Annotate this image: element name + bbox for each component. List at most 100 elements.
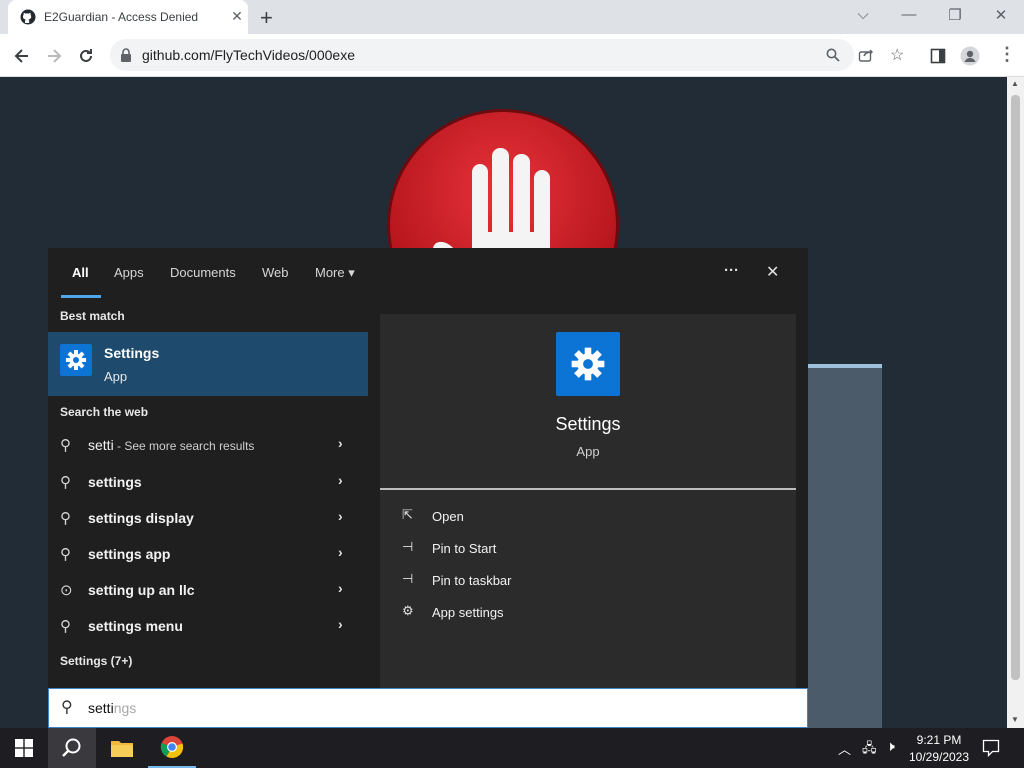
search-icon: ⚲: [60, 546, 71, 563]
best-match-item[interactable]: Settings App: [48, 332, 368, 396]
clock[interactable]: 9:21 PM 10/29/2023: [906, 731, 972, 765]
settings-gear-icon: [60, 344, 92, 376]
network-icon[interactable]: 🖧: [862, 739, 877, 761]
profile-avatar-icon[interactable]: [960, 46, 980, 66]
github-icon: [20, 9, 36, 25]
search-input[interactable]: ⚲ settings: [48, 688, 808, 728]
list-item[interactable]: ⚲ setti - See more search results ›: [48, 428, 368, 464]
search-icon: ⚲: [60, 618, 71, 635]
chevron-right-icon: ›: [338, 580, 343, 596]
tab-search-button[interactable]: ⌵: [848, 6, 878, 23]
file-explorer-button[interactable]: [98, 728, 146, 768]
new-tab-button[interactable]: +: [260, 5, 273, 31]
web-query-suffix: - See more search results: [113, 439, 255, 453]
tab-documents[interactable]: Documents: [170, 265, 236, 280]
action-app-settings[interactable]: ⚙ App settings: [402, 600, 782, 628]
list-item[interactable]: ⚲ settings app ›: [48, 537, 368, 573]
tab-more[interactable]: More ▾: [315, 265, 355, 281]
tab-more-label: More: [315, 265, 345, 280]
active-tab-indicator: [61, 295, 101, 298]
forward-icon[interactable]: [44, 46, 64, 66]
web-query-label: setti - See more search results: [88, 437, 254, 453]
chevron-right-icon: ›: [338, 472, 343, 488]
action-label: Pin to taskbar: [432, 573, 512, 588]
tab-title: E2Guardian - Access Denied: [44, 10, 199, 24]
action-open[interactable]: ⇱ Open: [402, 504, 782, 532]
web-result-label: settings menu: [88, 618, 183, 634]
history-search-icon: ⊙: [60, 582, 73, 599]
chevron-down-icon: ▾: [348, 265, 355, 280]
action-pin-to-start[interactable]: ⊣ Pin to Start: [402, 536, 782, 564]
clock-time: 9:21 PM: [916, 733, 962, 747]
search-text: settings: [88, 700, 136, 716]
divider: [380, 488, 796, 490]
tab-apps[interactable]: Apps: [114, 265, 144, 280]
notifications-icon[interactable]: [982, 739, 1000, 757]
restore-button[interactable]: ❐: [940, 6, 970, 24]
pin-icon: ⊣: [402, 539, 414, 554]
url-text: github.com/FlyTechVideos/000exe: [142, 47, 355, 63]
chevron-right-icon: ›: [338, 616, 343, 632]
action-label: Pin to Start: [432, 541, 497, 556]
pin-icon: ⊣: [402, 571, 414, 586]
chevron-right-icon: ›: [338, 544, 343, 560]
action-label: App settings: [432, 605, 504, 620]
chrome-icon: [160, 736, 184, 759]
best-match-subtitle: App: [104, 369, 128, 384]
close-window-button[interactable]: ✕: [986, 6, 1016, 24]
address-bar[interactable]: github.com/FlyTechVideos/000exe ☆: [110, 39, 904, 71]
list-item[interactable]: ⊙ setting up an llc ›: [48, 573, 368, 609]
search-web-header: Search the web: [60, 405, 149, 419]
action-pin-to-taskbar[interactable]: ⊣ Pin to taskbar: [402, 568, 782, 596]
web-result-label: settings: [88, 474, 142, 490]
settings-count-header[interactable]: Settings (7+): [60, 654, 132, 668]
search-icon: ⚲: [60, 510, 71, 527]
settings-gear-icon: [556, 332, 620, 396]
preview-pane: Settings App ⇱ Open ⊣ Pin to Start ⊣ Pin…: [380, 314, 796, 688]
best-match-title: Settings: [104, 345, 160, 361]
folder-icon: [111, 741, 133, 757]
preview-title: Settings: [555, 414, 621, 434]
chevron-right-icon: ›: [338, 508, 343, 524]
chevron-up-icon[interactable]: ︿: [838, 739, 851, 758]
gear-icon: ⚙: [402, 603, 414, 618]
web-result-label: settings app: [88, 546, 171, 562]
web-result-label: settings display: [88, 510, 194, 526]
search-icon[interactable]: [826, 48, 840, 62]
web-result-label: setting up an llc: [88, 582, 195, 598]
volume-muted-icon[interactable]: 🕨: [886, 738, 895, 755]
start-button[interactable]: [0, 728, 48, 768]
star-icon[interactable]: ☆: [890, 45, 904, 65]
side-panel-icon[interactable]: [930, 48, 946, 64]
web-query: setti: [88, 437, 114, 453]
reload-icon[interactable]: [76, 46, 96, 66]
search-icon: ⚲: [61, 699, 73, 716]
share-icon[interactable]: [858, 47, 874, 63]
windows-logo-icon: [15, 739, 33, 757]
lock-icon[interactable]: [120, 48, 132, 62]
start-search-panel: All Apps Documents Web More ▾ ··· ✕ Best…: [48, 248, 808, 728]
search-icon: ⚲: [60, 437, 71, 454]
preview-subtitle: App: [576, 444, 600, 459]
chevron-right-icon: ›: [338, 435, 343, 451]
list-item[interactable]: ⚲ settings ›: [48, 465, 368, 501]
tab-all[interactable]: All: [72, 265, 89, 280]
chrome-button[interactable]: [148, 728, 196, 768]
taskbar: ︿ 🖧 🕨 9:21 PM 10/29/2023: [0, 728, 1024, 768]
menu-icon[interactable]: ⋮: [998, 44, 1016, 65]
list-item[interactable]: ⚲ settings menu ›: [48, 609, 368, 645]
best-match-header: Best match: [60, 309, 125, 323]
tab-close-button[interactable]: ✕: [228, 8, 246, 25]
background-card: [808, 364, 882, 732]
more-options-icon[interactable]: ···: [724, 262, 739, 279]
clock-date: 10/29/2023: [908, 750, 970, 764]
minimize-button[interactable]: —: [894, 6, 924, 23]
tab-web[interactable]: Web: [262, 265, 289, 280]
list-item[interactable]: ⚲ settings display ›: [48, 501, 368, 537]
scrollbar-thumb[interactable]: [1011, 95, 1020, 680]
search-button[interactable]: [48, 728, 96, 768]
back-icon[interactable]: [12, 46, 32, 66]
search-icon: ⚲: [60, 474, 71, 491]
browser-tab[interactable]: E2Guardian - Access Denied ✕: [8, 0, 248, 34]
close-icon[interactable]: ✕: [766, 262, 779, 282]
